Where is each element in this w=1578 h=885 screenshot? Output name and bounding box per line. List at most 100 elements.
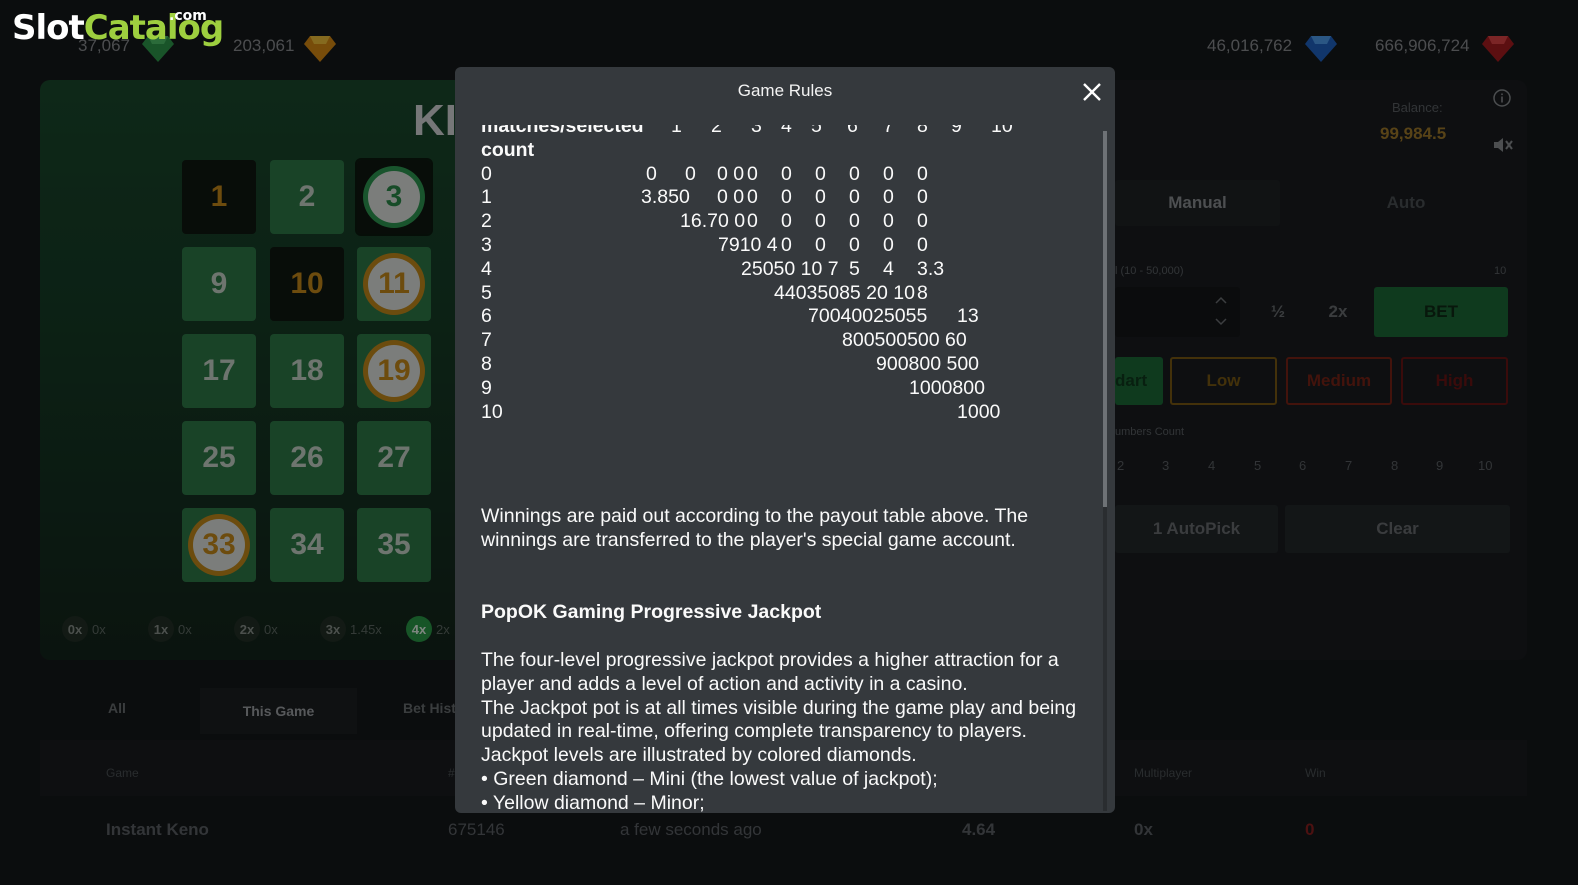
table-row-1-cell-7: 0 [917, 186, 928, 209]
table-row-3-cell-1: 0 [781, 234, 792, 256]
history-tab-all[interactable]: All [108, 700, 126, 716]
table-row-3-matches: 3 [481, 234, 492, 256]
col-id: # [448, 766, 455, 780]
keno-tile-18[interactable]: 18 [270, 334, 344, 408]
table-row-9-matches: 9 [481, 376, 492, 399]
multiplier-2: 2x 0x [234, 616, 278, 642]
table-row-6-cell-0: 70040025055 [808, 305, 928, 328]
payout-paragraph: Winnings are paid out according to the p… [481, 505, 1029, 551]
jackpot-paragraph: The four-level progressive jackpot provi… [481, 649, 1101, 813]
jackpot-paragraph-line: updated in real-time, offering complete … [481, 720, 1027, 743]
table-header-col-2: 2 [711, 125, 722, 137]
keno-tile-10[interactable]: 10 [270, 247, 344, 321]
bet-range-max: 10 [1494, 265, 1507, 277]
table-row-0-cell-4: 0 [781, 162, 792, 185]
table-row-9-cell-0: 1000800 [909, 376, 985, 399]
count-6[interactable]: 6 [1299, 458, 1306, 473]
keno-tile-9[interactable]: 9 [182, 247, 256, 321]
row-time: a few seconds ago [620, 820, 762, 839]
tab-auto[interactable]: Auto [1285, 180, 1527, 226]
table-row-0-cell-1: 0 [685, 162, 696, 185]
scrollbar-thumb[interactable] [1103, 131, 1107, 507]
table-row-0-cell-7: 0 [883, 162, 894, 185]
table-row-6-matches: 6 [481, 305, 492, 328]
table-row-8-cell-0: 900800 500 [876, 353, 980, 375]
multiplier-1: 1x 0x [148, 616, 192, 642]
table-row-5-cell-1: 8 [917, 281, 928, 304]
keno-tile-3[interactable]: 3 [355, 158, 433, 236]
table-header-col-3: 3 [751, 125, 762, 137]
keno-tile-17[interactable]: 17 [182, 334, 256, 408]
table-row-0-cell-3: 0 [747, 162, 758, 185]
table-row-1-cell-1: 0 0 [717, 186, 745, 209]
history-tab-this-game[interactable]: This Game [200, 688, 357, 734]
sound-off-icon[interactable] [1492, 135, 1514, 155]
balance-value: 99,984.5 [1380, 124, 1447, 143]
game-rules-modal: Game Rules matches/selected 1 2 3 4 5 6 7 8 9 10 co… [455, 67, 1115, 813]
table-row-0-cell-8: 0 [917, 162, 928, 185]
table-row-3-cell-4: 0 [883, 234, 894, 256]
game-title: KI [413, 96, 457, 145]
risk-medium-button[interactable]: Medium [1286, 357, 1392, 405]
red-diamond-icon [1482, 36, 1514, 62]
table-row-7-matches: 7 [481, 329, 492, 352]
keno-tile-25[interactable]: 25 [182, 421, 256, 495]
table-row-5-matches: 5 [481, 281, 492, 304]
stepper-icon[interactable] [1214, 293, 1228, 329]
rules-content: matches/selected 1 2 3 4 5 6 7 8 9 10 count 0 0 0 0 000… [481, 125, 1101, 813]
col-multiplayer: Multiplayer [1134, 766, 1193, 780]
clear-button[interactable]: Clear [1285, 505, 1510, 553]
table-row-3-cell-2: 0 [815, 234, 826, 256]
table-row-6-cell-1: 13 [957, 305, 979, 328]
count-7[interactable]: 7 [1345, 458, 1352, 473]
table-row-7-cell-0: 800500500 60 [842, 329, 967, 352]
modal-title: Game Rules [737, 81, 833, 100]
close-icon[interactable] [1081, 81, 1103, 103]
keno-tile-11[interactable]: 11 [357, 247, 431, 321]
count-4[interactable]: 4 [1208, 458, 1215, 473]
count-3[interactable]: 3 [1162, 458, 1169, 473]
keno-tile-34[interactable]: 34 [270, 508, 344, 582]
count-5[interactable]: 5 [1254, 458, 1261, 473]
keno-tile-2[interactable]: 2 [270, 160, 344, 234]
table-row-2-cell-1: 0 [747, 210, 758, 233]
double-bet-button[interactable]: 2x [1310, 287, 1366, 337]
table-row-2-cell-3: 0 [815, 210, 826, 233]
count-2[interactable]: 2 [1117, 458, 1124, 473]
table-header-matches: matches/selected [481, 125, 644, 137]
jackpot-paragraph-line: • Yellow diamond – Minor; [481, 791, 705, 813]
table-row-0-matches: 0 [481, 162, 492, 185]
bet-button[interactable]: BET [1374, 287, 1508, 337]
autopick-button[interactable]: 1 AutoPick [1115, 505, 1278, 553]
table-row-4-cell-2: 4 [883, 257, 894, 280]
tab-manual[interactable]: Manual [1115, 180, 1280, 226]
count-9[interactable]: 9 [1436, 458, 1443, 473]
count-10[interactable]: 10 [1478, 458, 1492, 473]
risk-standard-button[interactable]: dart [1115, 357, 1163, 405]
keno-tile-35[interactable]: 35 [357, 508, 431, 582]
col-win: Win [1305, 766, 1326, 780]
table-row-8-matches: 8 [481, 353, 492, 375]
half-bet-button[interactable]: ½ [1253, 287, 1303, 337]
jackpot-paragraph-line: The Jackpot pot is at all times visible … [481, 696, 1077, 719]
keno-tile-1[interactable]: 1 [182, 160, 256, 234]
row-win: 0 [1305, 820, 1315, 839]
count-8[interactable]: 8 [1391, 458, 1398, 473]
risk-high-button[interactable]: High [1401, 357, 1508, 405]
keno-tile-26[interactable]: 26 [270, 421, 344, 495]
history-tab-bet-history[interactable]: Bet Hist [403, 700, 456, 716]
info-icon[interactable] [1492, 88, 1512, 108]
keno-tile-27[interactable]: 27 [357, 421, 431, 495]
table-row-0-cell-0: 0 [646, 162, 657, 185]
table-header-col-8: 8 [917, 125, 928, 137]
table-row-2-matches: 2 [481, 210, 492, 233]
slotcatalog-logo: SlotCatalog .com [12, 8, 224, 48]
keno-tile-33[interactable]: 33 [182, 508, 256, 582]
multiplier-3: 3x 1.45x [320, 616, 382, 642]
table-row-3-cell-0: 7910 4 [718, 234, 778, 256]
table-row-1-cell-5: 0 [849, 186, 860, 209]
game-screen: SlotCatalog .com 37,067 203,061 46,016,7… [0, 0, 1578, 885]
keno-tile-19[interactable]: 19 [357, 334, 431, 408]
risk-low-button[interactable]: Low [1170, 357, 1277, 405]
table-row-5-cell-0: 44035085 20 10 [774, 281, 915, 304]
